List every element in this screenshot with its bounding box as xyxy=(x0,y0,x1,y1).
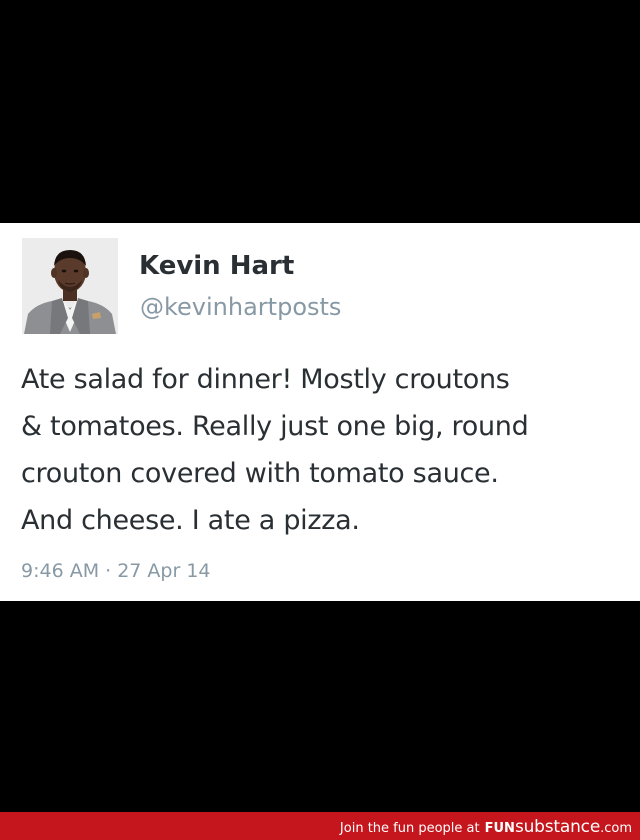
tweet-card: Kevin Hart @kevinhartposts Ate salad for… xyxy=(0,223,640,601)
tweet-text-line: & tomatoes. Really just one big, round xyxy=(21,411,529,442)
brand-logo-rest: substance xyxy=(514,817,601,837)
brand-logo-tld: .com xyxy=(600,821,632,836)
meme-page: Kevin Hart @kevinhartposts Ate salad for… xyxy=(0,0,640,840)
tweet-text-line: And cheese. I ate a pizza. xyxy=(21,505,360,536)
profile-photo-icon xyxy=(22,238,118,334)
avatar[interactable] xyxy=(22,238,118,334)
tweet-text-line: Ate salad for dinner! Mostly croutons xyxy=(21,364,510,395)
footer-content[interactable]: Join the fun people at FUN substance .co… xyxy=(340,817,632,837)
brand-logo-bold: FUN xyxy=(484,821,515,836)
footer-text: Join the fun people at xyxy=(339,821,480,836)
author-display-name[interactable]: Kevin Hart xyxy=(139,251,294,281)
tweet-text: Ate salad for dinner! Mostly croutons & … xyxy=(21,356,626,544)
tweet-text-line: crouton covered with tomato sauce. xyxy=(21,458,499,489)
author-handle[interactable]: @kevinhartposts xyxy=(140,293,341,321)
tweet-timestamp[interactable]: 9:46 AM · 27 Apr 14 xyxy=(21,560,211,582)
funsubstance-footer[interactable]: Join the fun people at FUN substance .co… xyxy=(0,812,640,840)
